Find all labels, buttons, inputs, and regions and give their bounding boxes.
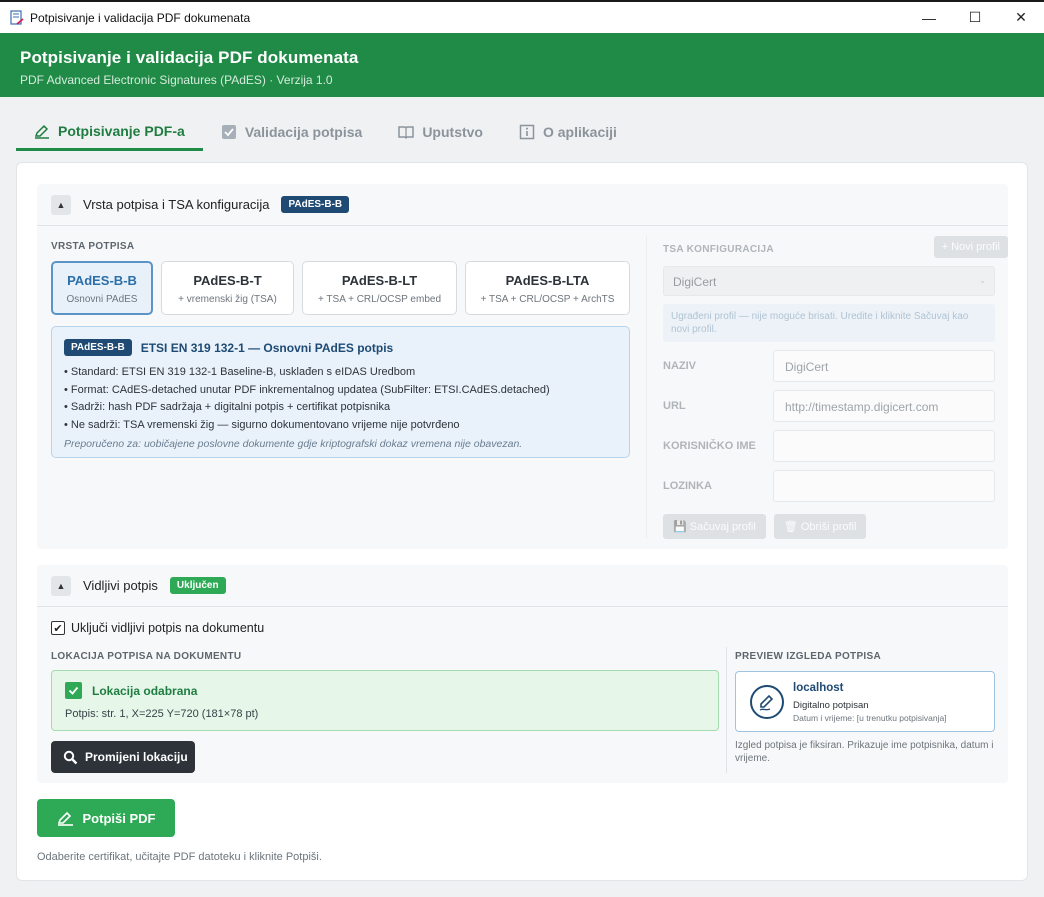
sign-panel: ▲ Vrsta potpisa i TSA konfiguracija PAdE… [16,162,1028,881]
save-profile-button[interactable]: 💾 Sačuvaj profil [663,514,766,539]
section-header[interactable]: ▲ Vrsta potpisa i TSA konfiguracija PAdE… [37,184,1008,226]
tsa-profile-select[interactable]: DigiCert ⌄ [663,266,995,296]
tsa-row-password: LOZINKA [663,470,995,502]
tab-about[interactable]: O aplikaciji [501,113,635,151]
tsa-field-label: KORISNIČKO IME [663,440,756,452]
collapse-button[interactable]: ▲ [51,194,71,215]
section-title: Vrsta potpisa i TSA konfiguracija [83,197,270,212]
location-label: LOKACIJA POTPISA NA DOKUMENTU [51,651,242,662]
visible-signature-checkbox[interactable]: ✔ [51,621,65,635]
tab-label: Uputstvo [422,124,483,140]
info-icon [519,124,535,140]
signature-type-name: PAdES-B-B [67,273,137,288]
search-icon [63,750,78,765]
checkbox-label: Uključi vidljivi potpis na dokumentu [71,621,265,635]
signature-type-name: PAdES-B-LTA [505,273,590,288]
info-badge: PAdES-B-B [64,339,132,356]
tsa-row-url: URL http://timestamp.digicert.com [663,390,995,422]
window-titlebar: Potpisivanje i validacija PDF dokumenata… [0,0,1044,33]
close-button[interactable]: ✕ [998,2,1044,33]
collapse-button[interactable]: ▲ [51,575,71,596]
preview-datetime: Datum i vrijeme: [u trenutku potpisivanj… [793,713,947,723]
window-title: Potpisivanje i validacija PDF dokumenata [30,10,251,25]
info-title: ETSI EN 319 132-1 — Osnovni PAdES potpis [140,340,394,355]
signature-type-pades-b-t[interactable]: PAdES-B-T + vremenski žig (TSA) [161,261,294,315]
info-line: • Sadrži: hash PDF sadržaja + digitalni … [64,401,391,413]
info-recommendation: Preporučeno za: uobičajene poslovne doku… [64,438,523,450]
preview-label: PREVIEW IZGLEDA POTPISA [735,651,881,662]
signature-preview: localhost Digitalno potpisan Datum i vri… [735,671,995,732]
section-header[interactable]: ▲ Vidljivi potpis Uključen [37,565,1008,607]
signature-type-pades-b-lt[interactable]: PAdES-B-LT + TSA + CRL/OCSP embed [302,261,457,315]
signature-type-section: ▲ Vrsta potpisa i TSA konfiguracija PAdE… [37,184,1008,549]
change-location-label: Promijeni lokaciju [85,750,188,764]
tab-sign-pdf[interactable]: Potpisivanje PDF-a [16,113,203,151]
info-line: • Format: CAdES-detached unutar PDF inkr… [64,383,550,396]
signature-type-desc: + TSA + CRL/OCSP embed [317,294,442,305]
visible-status-badge: Uključen [169,577,226,594]
location-status-box: Lokacija odabrana Potpis: str. 1, X=225 … [51,670,719,731]
preview-status: Digitalno potpisan [793,700,869,711]
visible-signature-section: ▲ Vidljivi potpis Uključen ✔ Uključi vid… [37,565,1008,783]
tsa-password-input[interactable] [773,470,995,502]
tsa-row-name: NAZIV DigiCert [663,350,995,382]
tab-label: O aplikaciji [542,124,617,140]
document-pen-icon [10,9,24,25]
sign-icon [34,123,50,139]
check-icon [65,682,82,699]
tsa-field-label: NAZIV [663,360,696,372]
signature-type-desc: Osnovni PAdES [66,294,138,305]
new-profile-button[interactable]: + Novi profil [933,236,1008,258]
signature-type-name: PAdES-B-T [193,273,262,288]
change-location-button[interactable]: Promijeni lokaciju [51,741,195,773]
sign-pdf-button[interactable]: Potpiši PDF [37,799,175,837]
tsa-note: Ugrađeni profil — nije moguće brisati. U… [663,304,995,342]
visible-signature-checkbox-row[interactable]: ✔ Uključi vidljivi potpis na dokumentu [51,621,264,635]
chevron-down-icon: ⌄ [979,276,986,285]
preview-note: Izgled potpisa je fiksiran. Prikazuje im… [735,740,994,764]
sign-pdf-label: Potpiši PDF [82,810,156,826]
signature-type-label: VRSTA POTPISA [51,241,135,252]
location-value: Potpis: str. 1, X=225 Y=720 (181×78 pt) [65,708,259,720]
tsa-label: TSA KONFIGURACIJA [663,244,774,255]
tsa-url-input[interactable]: http://timestamp.digicert.com [773,390,995,422]
signature-preview-column: PREVIEW IZGLEDA POTPISA localhost Digita… [726,647,1008,773]
app-title: Potpisivanje i validacija PDF dokumenata [20,48,359,67]
tsa-name-input[interactable]: DigiCert [773,350,995,382]
checkbox-icon [221,124,237,140]
section-title: Vidljivi potpis [83,578,158,593]
minimize-button[interactable]: — [906,2,952,33]
delete-profile-button[interactable]: 🗑 Obriši profil [773,514,867,539]
tab-validate-signature[interactable]: Validacija potpisa [203,113,381,151]
main-tabs: Potpisivanje PDF-a Validacija potpisa Up… [16,113,635,151]
signature-type-pades-b-lta[interactable]: PAdES-B-LTA + TSA + CRL/OCSP + ArchTS [465,261,630,315]
app-subtitle: PDF Advanced Electronic Signatures (PAdE… [20,73,333,87]
sign-icon [57,810,74,826]
signature-type-badge: PAdES-B-B [281,196,350,213]
tsa-field-label: URL [663,400,686,412]
preview-signer-name: localhost [793,682,844,694]
help-footnote: Odaberite certifikat, učitajte PDF datot… [37,851,322,863]
signature-type-info: PAdES-B-B ETSI EN 319 132-1 — Osnovni PA… [51,326,630,458]
tsa-selected-profile: DigiCert [673,275,717,289]
signature-type-options: PAdES-B-B Osnovni PAdES PAdES-B-T + vrem… [51,261,630,315]
location-title: Lokacija odabrana [92,683,198,698]
signature-type-desc: + vremenski žig (TSA) [178,294,277,305]
info-line: • Ne sadrži: TSA vremenski žig — sigurno… [64,418,460,431]
tab-label: Potpisivanje PDF-a [58,122,185,139]
signature-type-name: PAdES-B-LT [341,273,418,288]
tsa-username-input[interactable] [773,430,995,462]
info-line: • Standard: ETSI EN 319 132-1 Baseline-B… [64,366,416,378]
maximize-button[interactable]: ☐ [952,2,998,33]
signature-type-pades-b-b[interactable]: PAdES-B-B Osnovni PAdES [51,261,153,315]
tab-guide[interactable]: Uputstvo [380,113,501,151]
app-header: Potpisivanje i validacija PDF dokumenata… [0,33,1044,97]
tsa-row-username: KORISNIČKO IME [663,430,995,462]
tsa-config-panel: TSA KONFIGURACIJA + Novi profil DigiCert… [646,236,1008,539]
tab-label: Validacija potpisa [244,124,363,140]
signature-pen-icon [750,685,784,719]
signature-type-desc: + TSA + CRL/OCSP + ArchTS [480,294,615,305]
book-icon [398,124,415,140]
tsa-field-label: LOZINKA [663,480,712,492]
